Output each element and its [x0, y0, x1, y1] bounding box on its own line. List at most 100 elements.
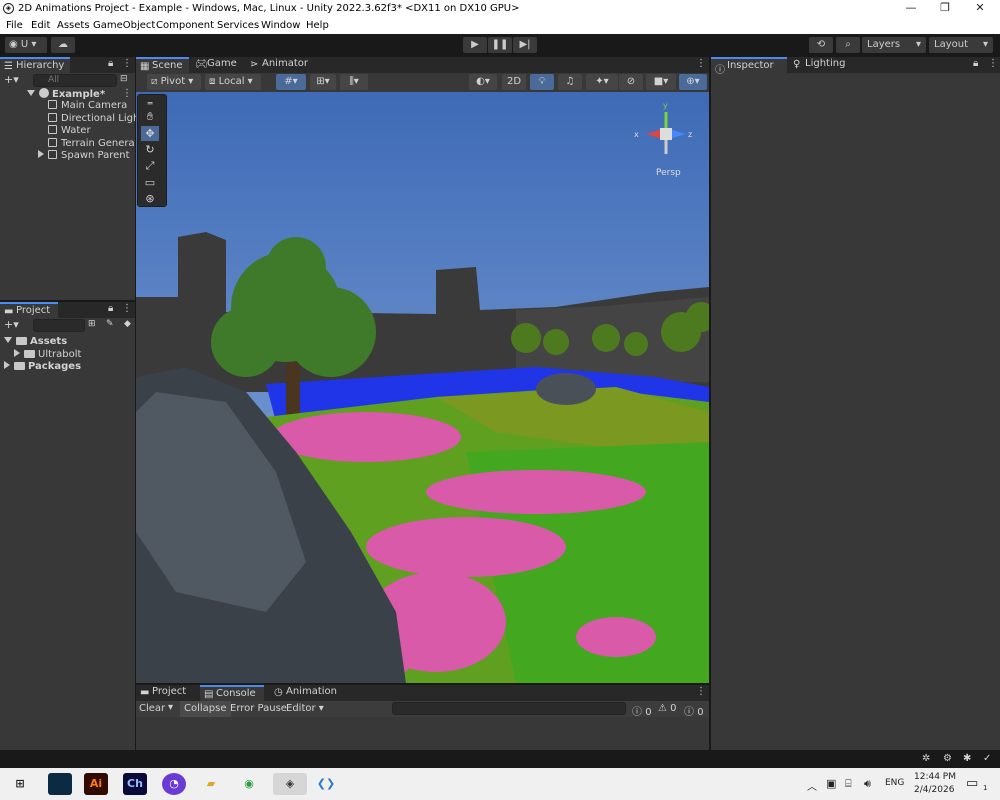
add-button[interactable]: +▾ [4, 73, 19, 86]
toggle-2d-button[interactable]: 2D [502, 74, 526, 90]
file-explorer-icon[interactable]: ▰ [199, 773, 223, 795]
tab-inspector[interactable]: ⓘ Inspector [711, 57, 787, 76]
menu-help[interactable]: Help [306, 20, 329, 31]
language-indicator[interactable]: ENG [885, 778, 904, 788]
hierarchy-item-terrain-generator[interactable]: Terrain Generato [48, 138, 135, 149]
filter-icon[interactable]: ⊟ [120, 74, 128, 84]
collapse-toggle[interactable]: Collapse [180, 701, 231, 717]
tab-console[interactable]: ▤ Console [200, 685, 264, 701]
console-search-input[interactable] [392, 702, 626, 715]
effects-button[interactable]: ✦▾ [586, 74, 618, 90]
github-desktop-icon[interactable]: ◔ [162, 773, 186, 795]
transform-tool-icon[interactable]: ⊛ [141, 191, 159, 206]
project-search-input[interactable] [33, 319, 85, 332]
camera-settings-button[interactable]: ■▾ [646, 74, 676, 90]
tab-animator[interactable]: ⋗ Animator [246, 57, 316, 73]
step-button[interactable]: ▶| [513, 37, 537, 53]
log-count[interactable]: ⓘ 0 [632, 703, 652, 718]
error-count[interactable]: ⓘ 0 [684, 703, 704, 718]
tab-scene[interactable]: ▦ Scene [136, 57, 189, 73]
illustrator-icon[interactable]: Ai [84, 773, 108, 795]
clock-time[interactable]: 12:44 PM [914, 772, 956, 782]
clear-button[interactable]: Clear [139, 703, 165, 714]
pivot-dropdown[interactable]: ⧄ Pivot ▾ [147, 74, 201, 90]
more-options-icon[interactable]: ⋮ [988, 58, 998, 69]
more-options-icon[interactable]: ⋮ [122, 58, 132, 69]
tab-project-bottom[interactable]: ▬ Project [136, 685, 194, 701]
menu-component[interactable]: Component [156, 20, 214, 31]
menu-assets[interactable]: Assets [57, 20, 90, 31]
project-item-assets[interactable]: Assets [4, 336, 67, 347]
search-by-type-icon[interactable]: ⊞ [88, 319, 96, 329]
tab-game[interactable]: 🎮︎ Game [191, 57, 243, 73]
audio-toggle-button[interactable]: ♫ [558, 74, 582, 90]
vscode-icon[interactable]: ❮❯ [314, 773, 338, 795]
minimize-button[interactable]: — [896, 1, 926, 17]
history-button[interactable]: ⟲ [809, 37, 833, 53]
tab-animation[interactable]: ◷ Animation [270, 685, 344, 701]
lock-icon[interactable]: 🔒︎ [973, 58, 978, 69]
play-button[interactable]: ▶ [463, 37, 487, 53]
cache-icon[interactable]: ✱ [963, 753, 971, 764]
lighting-toggle-button[interactable]: 💡︎ [530, 74, 554, 90]
clear-options-icon[interactable]: ▾ [168, 702, 173, 713]
windows-start-icon[interactable]: ⊞ [8, 773, 32, 795]
error-pause-toggle[interactable]: Error Pause [230, 703, 287, 714]
debug-icon[interactable]: ⚙ [943, 753, 952, 764]
tab-project[interactable]: ▬ Project [0, 302, 58, 318]
chrome-icon[interactable]: ◉ [237, 773, 261, 795]
local-dropdown[interactable]: ⧈ Local ▾ [205, 74, 261, 90]
expand-arrow-icon[interactable] [4, 361, 10, 369]
more-options-icon[interactable]: ⋮ [122, 303, 132, 314]
layers-dropdown[interactable]: Layers ▾ [862, 37, 926, 53]
layout-dropdown[interactable]: Layout ▾ [929, 37, 993, 53]
grid-snap-button[interactable]: #▾ [276, 74, 306, 90]
hierarchy-item-directional-light[interactable]: Directional Light [48, 113, 143, 124]
maximize-button[interactable]: ❐ [930, 1, 960, 17]
tray-meet-icon[interactable]: ▣ [826, 777, 836, 790]
scene-root[interactable]: Example* [27, 88, 105, 100]
close-button[interactable]: ✕ [965, 1, 995, 17]
search-by-label-icon[interactable]: ✎ [106, 319, 114, 329]
unity-hub-icon[interactable]: ◈ [273, 773, 307, 795]
search-button[interactable]: ⌕ [836, 37, 860, 53]
volume-icon[interactable]: 🔊︎ [864, 777, 871, 791]
gizmos-button[interactable]: ⊕▾ [679, 74, 707, 90]
clock-date[interactable]: 2/4/2026 [914, 785, 954, 795]
tab-lighting[interactable]: ♀ Lighting [789, 57, 853, 73]
menu-services[interactable]: Services [217, 20, 259, 31]
pause-button[interactable]: ❚❚ [488, 37, 512, 53]
lock-icon[interactable]: 🔒︎ [108, 58, 113, 69]
expand-arrow-icon[interactable] [38, 150, 44, 158]
progress-icon[interactable]: ✲ [922, 753, 930, 764]
scene-viewport[interactable]: y x z Persp ═ ✋︎ ✥ ↻ ⤢ ▭ ⊛ [136, 92, 709, 683]
hand-tool-icon[interactable]: ✋︎ [141, 109, 159, 124]
favorite-icon[interactable]: ◆ [124, 319, 131, 329]
hierarchy-item-main-camera[interactable]: Main Camera [48, 100, 127, 111]
shading-mode-button[interactable]: ◐▾ [469, 74, 497, 90]
project-item-packages[interactable]: Packages [4, 361, 81, 372]
tab-hierarchy[interactable]: ☰ Hierarchy [0, 57, 70, 73]
more-options-icon[interactable]: ⋮ [696, 58, 706, 69]
expand-arrow-icon[interactable] [14, 349, 20, 357]
menu-edit[interactable]: Edit [31, 20, 50, 31]
hierarchy-item-spawn-parent[interactable]: Spawn Parent [38, 150, 130, 161]
lock-icon[interactable]: 🔒︎ [108, 303, 113, 314]
check-icon[interactable]: ✓ [983, 753, 991, 764]
cloud-button[interactable]: ☁ [51, 37, 75, 53]
expand-arrow-icon[interactable] [27, 90, 35, 96]
notification-icon[interactable]: ▭ [966, 776, 978, 791]
scene-more-icon[interactable]: ⋮ [122, 88, 132, 99]
account-button[interactable]: ◉ U ▾ [5, 37, 47, 53]
expand-arrow-icon[interactable] [4, 337, 12, 343]
menu-file[interactable]: File [6, 20, 23, 31]
tray-chevron-up-icon[interactable]: ︿ [807, 778, 817, 793]
rect-tool-icon[interactable]: ▭ [141, 175, 159, 190]
scale-tool-icon[interactable]: ⤢ [141, 158, 159, 173]
photoshop-icon[interactable] [48, 773, 72, 795]
move-tool-icon[interactable]: ✥ [141, 126, 159, 141]
hierarchy-search-input[interactable]: All [33, 74, 117, 87]
menu-window[interactable]: Window [261, 20, 300, 31]
snap-increment-button[interactable]: ⊞▾ [310, 74, 336, 90]
network-icon[interactable]: ⌸ [845, 777, 852, 791]
